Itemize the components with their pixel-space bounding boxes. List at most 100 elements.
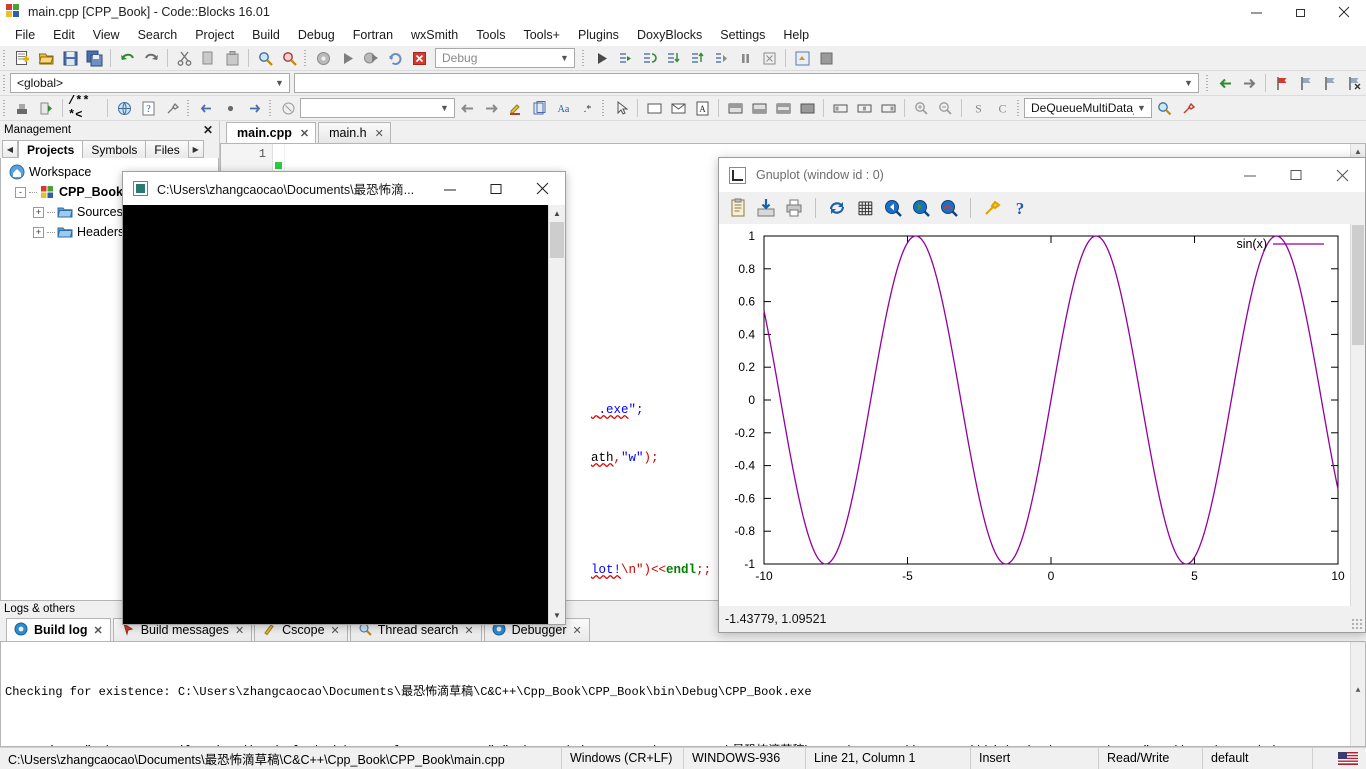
debug-next-line-icon[interactable] [638, 47, 660, 69]
wxsmith-panel-icon[interactable] [643, 97, 665, 119]
console-minimize-button[interactable] [427, 172, 473, 205]
save-icon[interactable] [753, 195, 779, 221]
match-case-icon[interactable]: Aa [552, 97, 574, 119]
menu-help[interactable]: Help [774, 26, 818, 44]
menu-tools-plus[interactable]: Tools+ [514, 26, 568, 44]
autoscale-icon[interactable] [936, 195, 962, 221]
menu-wxsmith[interactable]: wxSmith [402, 26, 467, 44]
debug-continue-icon[interactable] [590, 47, 612, 69]
scroll-down-icon[interactable]: ▼ [549, 607, 565, 624]
window-close-button[interactable] [1322, 0, 1366, 24]
menu-project[interactable]: Project [186, 26, 243, 44]
copy-icon[interactable] [197, 47, 219, 69]
search-prev-icon[interactable] [456, 97, 478, 119]
menu-settings[interactable]: Settings [711, 26, 774, 44]
menu-plugins[interactable]: Plugins [569, 26, 628, 44]
gnuplot-minimize-button[interactable] [1227, 158, 1273, 192]
debug-step-into-icon[interactable] [662, 47, 684, 69]
editor-tab-main-h[interactable]: main.h ✕ [318, 122, 391, 143]
menu-tools[interactable]: Tools [467, 26, 514, 44]
tabs-scroll-right-icon[interactable]: ▶ [187, 140, 204, 158]
scroll-thumb[interactable] [1352, 225, 1364, 345]
doxyblocks-settings-icon[interactable] [161, 97, 183, 119]
logs-tab-close-icon[interactable]: ✕ [93, 624, 102, 637]
tab-symbols[interactable]: Symbols [82, 140, 147, 158]
debug-run-to-cursor-icon[interactable] [614, 47, 636, 69]
code-scope-combo[interactable]: <global> ▼ [10, 73, 290, 93]
search-next-icon[interactable] [480, 97, 502, 119]
symbols-toolbar-grip[interactable] [1016, 98, 1022, 118]
logs-tab-close-icon[interactable]: ✕ [464, 624, 473, 637]
editor-tab-close-icon[interactable]: ✕ [300, 127, 309, 140]
toolbar-grip-debug[interactable] [581, 48, 587, 68]
browse-toolbar-grip[interactable] [1205, 73, 1211, 93]
debug-stop-icon[interactable] [758, 47, 780, 69]
toolbar-grip[interactable] [2, 48, 8, 68]
menu-edit[interactable]: Edit [44, 26, 84, 44]
copy-to-clipboard-icon[interactable] [725, 195, 751, 221]
wxsmith-layout-top-icon[interactable] [724, 97, 746, 119]
editor-tab-main-cpp[interactable]: main.cpp ✕ [226, 122, 317, 143]
build-target-combo[interactable]: Debug ▼ [435, 48, 575, 68]
wxsmith-text-icon[interactable]: A [691, 97, 713, 119]
debug-step-out-icon[interactable] [686, 47, 708, 69]
toggle-bookmark-icon[interactable] [1271, 72, 1293, 94]
menu-debug[interactable]: Debug [289, 26, 344, 44]
zoom-in-icon[interactable] [910, 97, 932, 119]
status-keyboard-layout-icon[interactable] [1313, 748, 1366, 769]
incremental-search-input[interactable]: ▼ [300, 98, 455, 118]
browse-back-icon[interactable] [1214, 72, 1236, 94]
logs-tab-close-icon[interactable]: ✕ [331, 624, 340, 637]
various-info-icon[interactable] [815, 47, 837, 69]
log-vertical-scrollbar[interactable]: ▲ [1350, 642, 1365, 746]
logs-tab-close-icon[interactable]: ✕ [573, 624, 582, 637]
console-vertical-scrollbar[interactable]: ▲ ▼ [548, 205, 565, 624]
goto-prev-changed-line-icon[interactable] [195, 97, 217, 119]
new-file-icon[interactable] [11, 47, 33, 69]
build-icon[interactable] [312, 47, 334, 69]
incremental-search-clear-icon[interactable] [277, 97, 299, 119]
tab-build-log[interactable]: Build log ✕ [6, 618, 111, 641]
symbol-settings-icon[interactable] [1177, 97, 1199, 119]
previous-bookmark-icon[interactable] [1295, 72, 1317, 94]
menu-doxyblocks[interactable]: DoxyBlocks [628, 26, 711, 44]
incsearch-toolbar-grip[interactable] [268, 98, 274, 118]
scroll-track[interactable] [549, 222, 565, 607]
previous-zoom-icon[interactable] [880, 195, 906, 221]
scroll-up-icon[interactable]: ▲ [549, 205, 565, 222]
wxsmith-layout-split-icon[interactable] [772, 97, 794, 119]
options-icon[interactable] [979, 195, 1005, 221]
save-all-icon[interactable] [83, 47, 105, 69]
highlight-all-icon[interactable] [504, 97, 526, 119]
redo-icon[interactable] [140, 47, 162, 69]
gnuplot-vertical-scrollbar[interactable] [1350, 224, 1365, 606]
doxy-toolbar-grip[interactable] [2, 98, 8, 118]
save-icon[interactable] [59, 47, 81, 69]
console-window[interactable]: C:\Users\zhangcaocao\Documents\最恐怖滴... ▲… [122, 171, 566, 625]
menu-file[interactable]: File [6, 26, 44, 44]
gnuplot-window[interactable]: Gnuplot (window id : 0) ? 1 0.8 0.6 0.4 … [718, 157, 1366, 633]
menu-view[interactable]: View [84, 26, 129, 44]
window-minimize-button[interactable] [1234, 0, 1278, 24]
zoom-out-icon[interactable] [934, 97, 956, 119]
next-bookmark-icon[interactable] [1319, 72, 1341, 94]
nav-toolbar-grip[interactable] [186, 98, 192, 118]
open-file-icon[interactable] [35, 47, 57, 69]
replot-icon[interactable] [824, 195, 850, 221]
window-maximize-button[interactable] [1278, 0, 1322, 24]
doxyblocks-run-icon[interactable] [11, 97, 33, 119]
tab-files[interactable]: Files [145, 140, 189, 158]
doxyblocks-help-icon[interactable]: ? [137, 97, 159, 119]
gnuplot-maximize-button[interactable] [1273, 158, 1319, 192]
undo-icon[interactable] [116, 47, 138, 69]
replace-icon[interactable] [278, 47, 300, 69]
rebuild-icon[interactable] [384, 47, 406, 69]
doxygen-comment-icon[interactable]: /** *< [68, 94, 102, 122]
run-icon[interactable] [336, 47, 358, 69]
doxyblocks-extract-icon[interactable] [35, 97, 57, 119]
console-close-button[interactable] [519, 172, 565, 205]
regex-icon[interactable]: .* [576, 97, 598, 119]
wxsmith-toolbar-grip[interactable] [601, 98, 607, 118]
logs-tab-close-icon[interactable]: ✕ [235, 624, 244, 637]
doxyblocks-html-icon[interactable] [113, 97, 135, 119]
